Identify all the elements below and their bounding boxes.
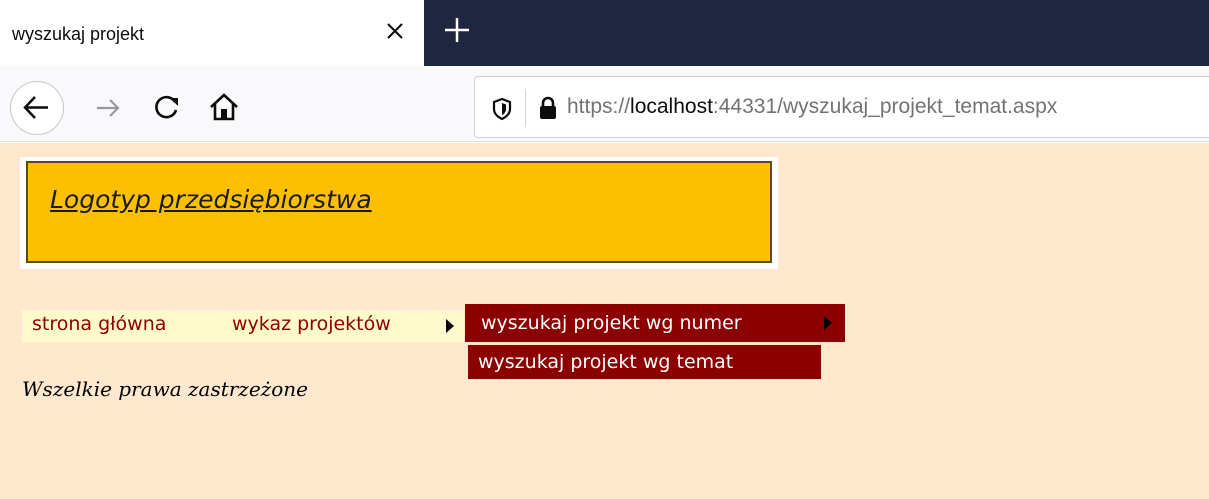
lock-icon[interactable] — [537, 95, 559, 121]
url-path: :44331/wyszukaj_projekt_temat.aspx — [712, 95, 1058, 118]
reload-icon[interactable] — [152, 92, 182, 122]
page-content: Logotyp przedsiębiorstwa strona główna w… — [0, 143, 1209, 499]
navigation-toolbar: https://localhost:44331/wyszukaj_projekt… — [0, 66, 1209, 142]
logo-box: Logotyp przedsiębiorstwa — [26, 161, 772, 263]
home-icon[interactable] — [208, 92, 240, 122]
main-menu: strona główna wykaz projektów — [22, 310, 464, 342]
tab-strip: wyszukaj projekt — [0, 0, 1209, 66]
menu-item-search-by-topic[interactable]: wyszukaj projekt wg temat — [468, 345, 821, 379]
tab-title: wyszukaj projekt — [12, 24, 145, 44]
logo-frame: Logotyp przedsiębiorstwa — [20, 157, 778, 269]
url-text[interactable]: https://localhost:44331/wyszukaj_projekt… — [567, 95, 1057, 119]
address-bar-separator — [525, 89, 526, 127]
url-host: localhost — [630, 95, 713, 118]
tab-active[interactable]: wyszukaj projekt — [0, 0, 424, 66]
url-prefix: https:// — [567, 95, 631, 118]
menu-item-label: wyszukaj projekt wg numer — [481, 312, 742, 334]
plus-icon[interactable] — [437, 10, 477, 50]
submenu-arrow-icon — [824, 316, 832, 330]
logo-link[interactable]: Logotyp przedsiębiorstwa — [50, 185, 372, 214]
close-icon[interactable] — [378, 14, 412, 48]
footer-copyright: Wszelkie prawa zastrzeżone — [22, 377, 308, 401]
submenu-arrow-icon — [446, 319, 454, 333]
shield-icon[interactable] — [491, 97, 513, 121]
menu-item-search-by-number[interactable]: wyszukaj projekt wg numer — [465, 304, 845, 342]
address-bar[interactable]: https://localhost:44331/wyszukaj_projekt… — [474, 76, 1209, 138]
back-arrow-icon[interactable] — [10, 81, 64, 135]
forward-arrow-icon[interactable] — [94, 94, 122, 122]
menu-item-projects[interactable]: wykaz projektów — [232, 313, 391, 335]
menu-item-home[interactable]: strona główna — [32, 313, 166, 335]
menu-item-label: wyszukaj projekt wg temat — [478, 351, 734, 373]
